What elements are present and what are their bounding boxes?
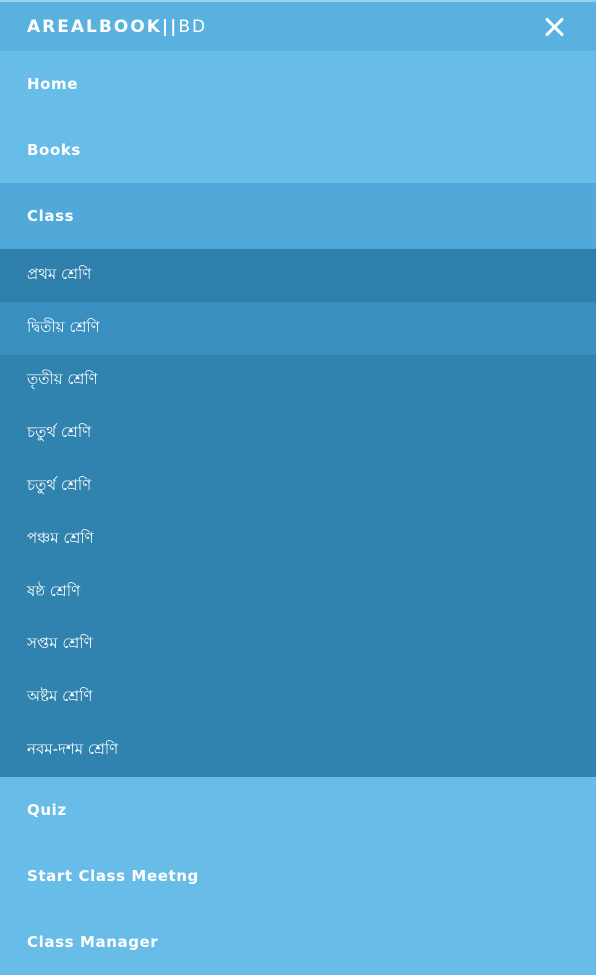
submenu-item-class-2[interactable]: দ্বিতীয় শ্রেণি: [0, 301, 596, 355]
submenu-item-label: চতুর্থ শ্রেণি: [27, 476, 92, 495]
menu-item-class-manager[interactable]: Class Manager: [0, 908, 596, 975]
logo-thin-text: BD: [178, 16, 208, 37]
menu-item-quiz[interactable]: Quiz: [0, 776, 596, 843]
submenu-item-class-4-duplicate[interactable]: চতুর্থ শ্রেণি: [0, 460, 596, 513]
submenu-item-class-6[interactable]: ষষ্ঠ শ্রেণি: [0, 566, 596, 619]
menu-item-label: Start Class Meetng: [27, 866, 199, 885]
submenu-item-label: সপ্তম শ্রেণি: [27, 634, 93, 653]
menu-item-home[interactable]: Home: [0, 51, 596, 117]
menu-item-class[interactable]: Class: [0, 183, 596, 249]
submenu-item-class-5[interactable]: পঞ্চম শ্রেণি: [0, 513, 596, 566]
logo-bold-text: AREALBOOK||: [27, 16, 179, 37]
menu-item-label: Class Manager: [27, 932, 159, 951]
menu-item-start-class-meeting[interactable]: Start Class Meetng: [0, 842, 596, 909]
submenu-item-label: অষ্টম শ্রেণি: [27, 687, 93, 706]
submenu-item-label: চতুর্থ শ্রেণি: [27, 423, 92, 442]
menu-header: AREALBOOK||BD: [0, 2, 596, 51]
submenu-item-class-9-10[interactable]: নবম-দশম শ্রেণি: [0, 724, 596, 777]
submenu-item-class-8[interactable]: অষ্টম শ্রেণি: [0, 671, 596, 724]
close-icon[interactable]: [541, 13, 569, 41]
submenu-item-label: নবম-দশম শ্রেণি: [27, 740, 119, 759]
menu-item-label: Home: [27, 75, 79, 93]
class-submenu: প্রথম শ্রেণি দ্বিতীয় শ্রেণি তৃতীয় শ্রে…: [0, 249, 596, 777]
menu-item-label: Class: [27, 207, 75, 225]
submenu-item-class-7[interactable]: সপ্তম শ্রেণি: [0, 619, 596, 672]
submenu-item-label: দ্বিতীয় শ্রেণি: [27, 317, 100, 336]
submenu-item-label: ষষ্ঠ শ্রেণি: [27, 581, 81, 600]
site-logo[interactable]: AREALBOOK||BD: [27, 17, 207, 37]
submenu-item-class-1[interactable]: প্রথম শ্রেণি: [0, 249, 596, 302]
submenu-item-label: তৃতীয় শ্রেণি: [27, 370, 98, 389]
mobile-menu-panel: AREALBOOK||BD Home Books Class প্রথম শ্র…: [0, 0, 596, 975]
menu-item-label: Books: [27, 141, 81, 159]
menu-item-books[interactable]: Books: [0, 117, 596, 183]
submenu-item-label: প্রথম শ্রেণি: [27, 264, 92, 283]
submenu-item-label: পঞ্চম শ্রেণি: [27, 528, 94, 547]
submenu-item-class-3[interactable]: তৃতীয় শ্রেণি: [0, 355, 596, 408]
submenu-item-class-4[interactable]: চতুর্থ শ্রেণি: [0, 407, 596, 460]
menu-item-label: Quiz: [27, 800, 67, 819]
